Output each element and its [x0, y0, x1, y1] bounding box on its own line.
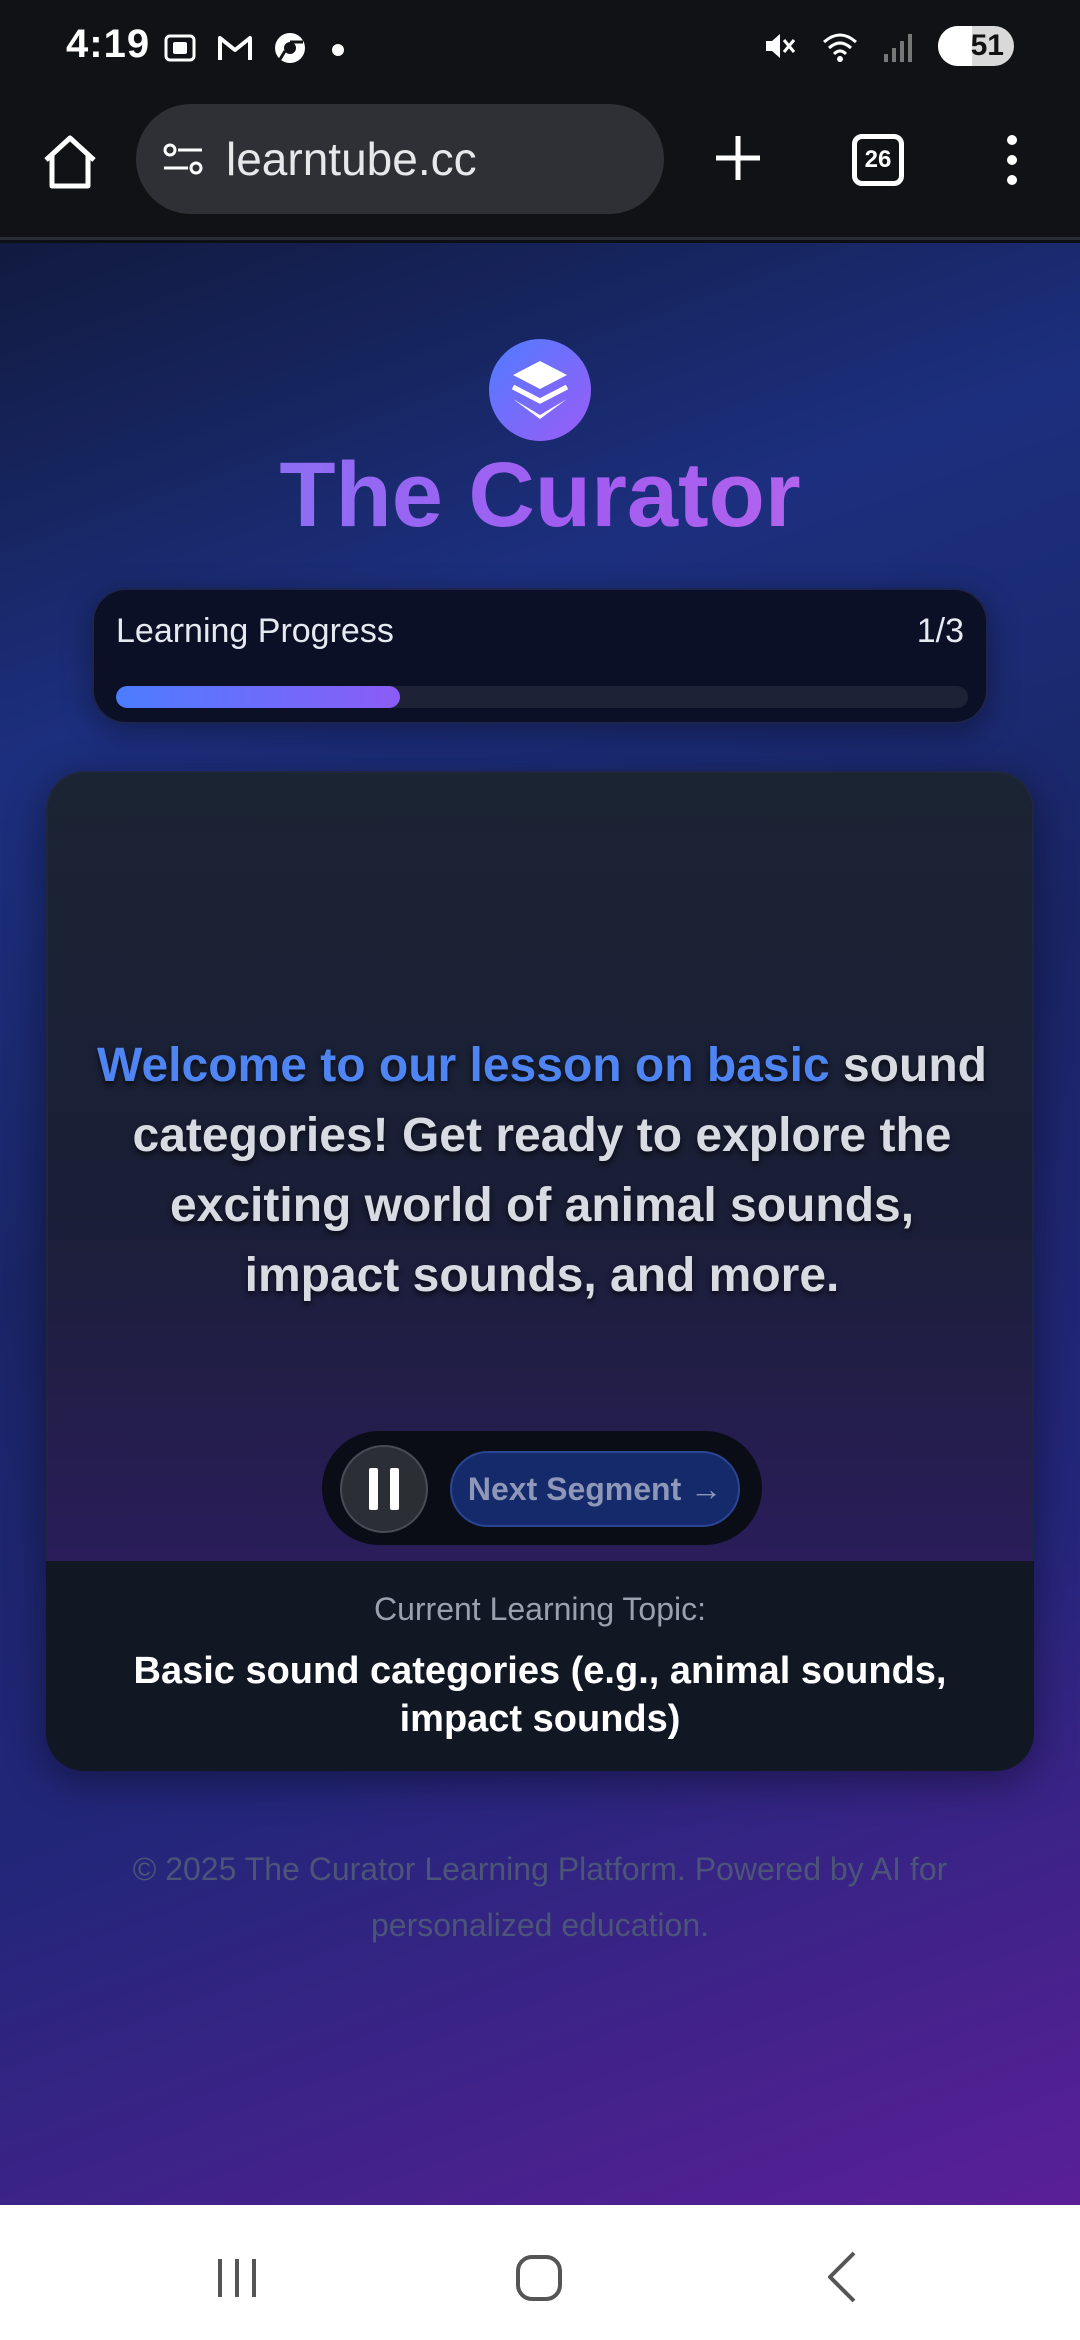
- layers-icon: [511, 361, 569, 419]
- pause-icon-bar: [369, 1468, 378, 1510]
- url-bar[interactable]: learntube.cc: [136, 104, 664, 214]
- url-text: learntube.cc: [226, 133, 477, 185]
- dot-icon: [332, 44, 344, 56]
- new-tab-icon[interactable]: [710, 130, 766, 186]
- lesson-card: Welcome to our lesson on basic sound cat…: [46, 771, 1034, 1771]
- nav-home-icon[interactable]: [514, 2253, 564, 2303]
- battery-level: 51: [970, 29, 1004, 62]
- topic-text: Basic sound categories (e.g., animal sou…: [133, 1650, 947, 1740]
- site-settings-icon[interactable]: [158, 134, 208, 184]
- browser-toolbar: learntube.cc 26: [0, 100, 1080, 240]
- more-menu-icon[interactable]: [998, 130, 1026, 190]
- learning-progress-card: Learning Progress 1/3: [92, 588, 988, 724]
- signal-icon: [884, 34, 912, 62]
- page-title: The Curator: [0, 443, 1080, 548]
- topic-panel: Current Learning Topic: Basic sound cate…: [46, 1561, 1034, 1771]
- footer-text: © 2025 The Curator Learning Platform. Po…: [132, 1851, 948, 1943]
- chrome-icon: [275, 33, 305, 63]
- progress-label: Learning Progress: [116, 612, 394, 650]
- recent-apps-icon[interactable]: [212, 2255, 262, 2301]
- home-icon[interactable]: [38, 130, 102, 194]
- page-content: The Curator Learning Progress 1/3 Welcom…: [0, 243, 1080, 2205]
- gmail-icon: [218, 36, 252, 60]
- next-segment-button[interactable]: Next Segment →: [450, 1451, 740, 1527]
- progress-count: 1/3: [916, 612, 964, 650]
- progress-fill: [116, 686, 400, 708]
- app-logo: [489, 339, 591, 441]
- back-icon[interactable]: [822, 2249, 862, 2305]
- status-left-icons: [162, 30, 350, 66]
- screenshot-icon: [164, 34, 196, 62]
- tab-switcher-button[interactable]: 26: [852, 134, 904, 186]
- pause-button[interactable]: [340, 1445, 428, 1533]
- pause-icon-bar: [390, 1468, 399, 1510]
- status-right-icons: 51: [762, 26, 1014, 66]
- caption-highlight: Welcome to our lesson on basic: [97, 1039, 830, 1092]
- lesson-caption: Welcome to our lesson on basic sound cat…: [88, 1031, 996, 1311]
- progress-track: [116, 686, 968, 708]
- system-nav-bar: [0, 2205, 1080, 2340]
- status-bar: 4:19 51: [0, 0, 1080, 100]
- lesson-video[interactable]: Welcome to our lesson on basic sound cat…: [46, 771, 1034, 1561]
- topic-label: Current Learning Topic:: [373, 1591, 707, 1627]
- playback-controls: Next Segment →: [322, 1431, 762, 1545]
- wifi-icon: [823, 33, 857, 62]
- status-time: 4:19: [66, 22, 151, 66]
- mute-icon: [766, 34, 796, 58]
- battery-icon: 51: [938, 26, 1014, 66]
